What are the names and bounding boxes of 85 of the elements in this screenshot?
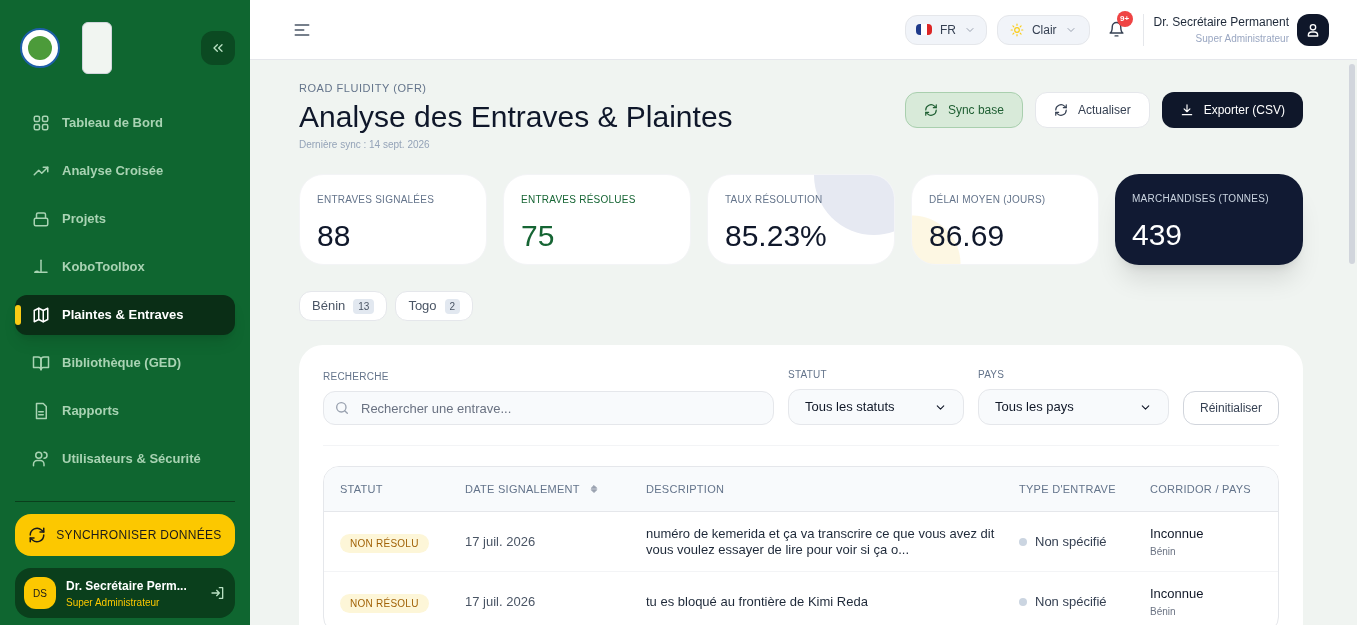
stat-value: 75	[521, 218, 555, 254]
sync-data-button[interactable]: SYNCHRONISER DONNÉES	[15, 514, 235, 556]
stat-label: MARCHANDISES (TONNES)	[1132, 192, 1270, 206]
nav-item[interactable]: Tableau de Bord	[15, 103, 235, 143]
column-header: CORRIDOR / PAYS	[1150, 481, 1251, 497]
select-value: Tous les statuts	[804, 398, 895, 417]
nav-item[interactable]: Utilisateurs & Sécurité	[15, 439, 235, 479]
notification-badge: 9+	[1116, 11, 1133, 27]
scrollbar[interactable]	[1349, 64, 1355, 264]
stat-label: ENTRAVES RÉSOLUES	[521, 192, 637, 207]
book-icon	[32, 354, 50, 372]
bell-icon	[1107, 21, 1125, 38]
field-label: PAYS	[977, 368, 1006, 382]
map-icon	[32, 306, 50, 324]
users-icon	[32, 450, 50, 468]
language-selector[interactable]: FR	[904, 14, 987, 45]
corridor-name: Inconnue	[1150, 585, 1205, 604]
status-badge: NON RÉSOLU	[340, 533, 429, 553]
reset-button[interactable]: Réinitialiser	[1182, 391, 1279, 425]
nav-item[interactable]: Rapports	[15, 391, 235, 431]
select-value: Tous les pays	[994, 398, 1074, 417]
nav-item[interactable]: Bibliothèque (GED)	[15, 343, 235, 383]
emblem-logo	[20, 27, 60, 68]
country-name: Bénin	[1150, 604, 1177, 619]
user-avatar: DS	[24, 577, 56, 609]
refresh-icon	[1053, 103, 1068, 117]
table-cell-text: Non spécifié	[1035, 532, 1107, 551]
logout-button[interactable]	[210, 585, 226, 601]
stack-icon	[32, 210, 50, 228]
nav-item[interactable]: KoboToolbox	[15, 247, 235, 287]
stat-value: 439	[1132, 217, 1183, 253]
notifications-button[interactable]	[1107, 21, 1125, 38]
grid-icon	[32, 114, 50, 132]
action-button[interactable]: Actualiser	[1034, 92, 1150, 128]
refresh-icon	[923, 103, 938, 117]
user-role: Super Administrateur	[1195, 32, 1289, 46]
table-cell-text: 17 juil. 2026	[465, 592, 537, 611]
column-header: TYPE D'ENTRAVE	[1019, 481, 1116, 497]
user-role: Super Administrateur	[66, 595, 161, 610]
table-cell-text: Non spécifié	[1035, 592, 1107, 611]
action-button[interactable]: Exporter (CSV)	[1161, 92, 1303, 128]
table-cell-text: 17 juil. 2026	[465, 532, 537, 551]
country-name: Bénin	[1150, 544, 1177, 559]
field-label: STATUT	[787, 368, 828, 382]
table-cell-text: tu es bloqué au frontière de Kimi Reda	[646, 593, 869, 610]
corridor-name: Inconnue	[1150, 525, 1205, 544]
table-cell-text: numéro de kemerida et ça va transcrire ce que vous avez dit vous voulez essayer de lire pour voir si ça o...	[646, 525, 996, 558]
count-badge: 13	[353, 298, 375, 314]
active-indicator	[15, 305, 21, 325]
page-eyebrow: ROAD FLUIDITY (OFR)	[299, 81, 428, 96]
download-icon	[1179, 103, 1194, 117]
search-field[interactable]: Rechercher une entrave...	[323, 391, 774, 425]
user-name: Dr. Secrétaire Perm...	[66, 577, 188, 595]
stat-value: 85.23%	[725, 218, 827, 254]
status-badge: NON RÉSOLU	[340, 593, 429, 613]
sun-icon	[1009, 22, 1024, 37]
nav-item[interactable]: Plaintes & Entraves	[15, 295, 235, 335]
country-chip[interactable]: Togo 2	[395, 291, 474, 321]
nav-item[interactable]: Analyse Croisée	[15, 151, 235, 191]
nav-item[interactable]: Projets	[15, 199, 235, 239]
page-title: Analyse des Entraves & Plaintes	[299, 98, 734, 135]
user-avatar-button[interactable]	[1297, 13, 1329, 46]
collapse-button[interactable]	[201, 30, 235, 65]
user-icon	[1305, 21, 1321, 38]
refresh-icon	[28, 526, 47, 544]
user-name: Dr. Secrétaire Permanent	[1153, 14, 1289, 31]
last-sync-text: Dernière sync : 14 sept. 2026	[299, 138, 431, 152]
logout-icon	[210, 585, 226, 601]
country-chip[interactable]: Bénin 13	[299, 291, 388, 321]
count-badge: 2	[444, 298, 461, 314]
country-select[interactable]: Tous les pays	[977, 389, 1169, 425]
stat-value: 86.69	[929, 218, 1005, 254]
stat-value: 88	[317, 218, 351, 254]
france-flag-icon	[915, 24, 932, 35]
stat-label: ENTRAVES SIGNALÉES	[317, 192, 436, 207]
stat-label: DÉLAI MOYEN (JOURS)	[929, 192, 1047, 207]
search-icon	[334, 400, 350, 416]
status-select[interactable]: Tous les statuts	[787, 389, 964, 425]
field-label: RECHERCHE	[323, 370, 390, 384]
theme-selector[interactable]: Clair	[996, 14, 1090, 45]
stat-label: TAUX RÉSOLUTION	[725, 192, 824, 207]
column-header[interactable]: DATE SIGNALEMENT	[465, 480, 580, 498]
column-header: STATUT	[340, 481, 383, 497]
action-button[interactable]: Sync base	[904, 92, 1023, 128]
column-header: DESCRIPTION	[646, 481, 725, 497]
